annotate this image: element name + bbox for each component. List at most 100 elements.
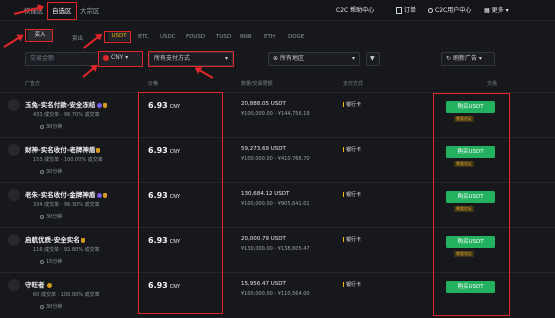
table-row: 玉兔-实名付款-安全冻结 433 成交单 · 96.70% 成交率 30分钟 6… xyxy=(0,92,555,138)
amount-value: 15,956.47 USDT xyxy=(241,281,286,287)
advertiser-stats: 153 成交单 · 100.00% 成交率 xyxy=(33,157,103,163)
cny-icon xyxy=(103,54,109,61)
sell-tab[interactable]: 卖出 xyxy=(72,34,83,42)
avatar xyxy=(8,279,20,291)
orders-icon xyxy=(396,7,402,14)
payment-method: 银行卡 xyxy=(343,281,361,288)
payment-method: 银行卡 xyxy=(343,191,361,198)
buy-tab[interactable]: 买入 xyxy=(28,30,52,41)
advertiser-stats: 433 成交单 · 96.70% 成交率 xyxy=(33,112,100,118)
clock-icon xyxy=(40,259,44,264)
clock-icon xyxy=(40,169,44,174)
chevron-down-icon: ▾ xyxy=(476,55,482,62)
verify-badge: 需要验证 xyxy=(454,161,474,167)
asset-bnb[interactable]: BNB xyxy=(240,34,252,40)
limit-value: ¥100,000.00 - ¥144,756.19 xyxy=(241,111,310,117)
orders-link[interactable]: 订单 xyxy=(396,5,416,14)
limit-value: ¥130,000.00 - ¥138,605.47 xyxy=(241,246,310,252)
table-row: 老朱-实名收付-金牌神盾 334 成交单 · 96.30% 成交率 30分钟 6… xyxy=(0,182,555,228)
pay-time: 15分钟 xyxy=(40,258,62,265)
top-bar: 快捷区 自选区 大宗区 C2C 帮助中心 订单 C2C用户中心 ▦ 更多 ▾ xyxy=(0,0,555,21)
annotation-arrow xyxy=(82,64,98,78)
table-row: 启航优质-安全实名 116 成交单 · 92.80% 成交率 15分钟 6.93… xyxy=(0,227,555,273)
col-amount: 数量/交易限额 xyxy=(241,81,273,87)
amount-value: 59,273.69 USDT xyxy=(241,146,286,152)
shield-icon xyxy=(80,237,85,243)
clock-icon xyxy=(40,304,44,309)
asset-usdt[interactable]: USDT xyxy=(108,32,130,41)
chevron-down-icon: ▾ xyxy=(123,54,129,61)
table-row: 守旺者 60 成交单 · 100.00% 成交率 30分钟 6.93 CNY 15… xyxy=(0,272,555,318)
verify-badge: 需要验证 xyxy=(454,116,474,122)
currency-select[interactable]: CNY ▾ xyxy=(99,52,143,66)
advertiser-stats: 116 成交单 · 92.80% 成交率 xyxy=(33,247,100,253)
shield-icon xyxy=(103,102,108,108)
advertiser-name[interactable]: 守旺者 xyxy=(25,279,52,289)
filter-button[interactable]: ▼ xyxy=(366,52,380,66)
region-select[interactable]: ⊕ 所有地区 ▾ xyxy=(268,52,360,66)
help-center-link[interactable]: C2C 帮助中心 xyxy=(336,5,374,14)
advertiser-name[interactable]: 财神-实名收付-老牌神盾 xyxy=(25,144,101,154)
avatar xyxy=(8,189,20,201)
pay-time: 30分钟 xyxy=(40,168,62,175)
col-payment: 支付方式 xyxy=(343,81,364,87)
advertiser-name[interactable]: 玉兔-实名付款-安全冻结 xyxy=(25,99,108,109)
limit-value: ¥100,000.00 - ¥410,766.70 xyxy=(241,156,310,162)
price-value: 6.93 CNY xyxy=(148,191,181,200)
verify-badge: 需要验证 xyxy=(454,251,474,257)
annotation-arrow xyxy=(195,67,214,79)
asset-fdusd[interactable]: FDUSD xyxy=(186,34,205,40)
payment-method: 银行卡 xyxy=(343,236,361,243)
advertiser-stats: 334 成交单 · 96.30% 成交率 xyxy=(33,202,100,208)
price-value: 6.93 CNY xyxy=(148,146,181,155)
asset-tusd[interactable]: TUSD xyxy=(216,34,231,40)
price-value: 6.93 CNY xyxy=(148,101,181,110)
limit-value: ¥100,000.00 - ¥110,564.00 xyxy=(241,291,310,297)
refresh-button[interactable]: ↻ 刷新广告 ▾ xyxy=(441,52,495,66)
tab-p2p[interactable]: 自选区 xyxy=(52,5,72,15)
col-advertiser: 广告方 xyxy=(25,81,41,87)
buy-usdt-button[interactable]: 购买USDT xyxy=(446,281,495,293)
buy-usdt-button[interactable]: 购买USDT xyxy=(446,146,495,158)
asset-usdc[interactable]: USDC xyxy=(160,34,176,40)
amount-value: 130,684.12 USDT xyxy=(241,191,290,197)
asset-eth[interactable]: ETH xyxy=(264,34,275,40)
pay-time: 30分钟 xyxy=(40,213,62,220)
grid-icon: ▦ xyxy=(484,7,490,14)
advertiser-name[interactable]: 启航优质-安全实名 xyxy=(25,234,85,244)
chevron-down-icon: ▾ xyxy=(351,55,355,62)
avatar xyxy=(8,234,20,246)
buy-usdt-button[interactable]: 购买USDT xyxy=(446,101,495,113)
buy-usdt-button[interactable]: 购买USDT xyxy=(446,236,495,248)
annotation-arrow xyxy=(3,34,24,48)
verify-badge: 需要验证 xyxy=(454,206,474,212)
chevron-down-icon: ▾ xyxy=(503,7,509,14)
clock-icon xyxy=(40,124,44,129)
verified-icon xyxy=(46,282,52,288)
price-value: 6.93 CNY xyxy=(148,281,181,290)
pay-time: 30分钟 xyxy=(40,123,62,130)
shield-icon xyxy=(103,192,108,198)
limit-value: ¥100,000.00 - ¥905,641.01 xyxy=(241,201,310,207)
advertiser-name[interactable]: 老朱-实名收付-金牌神盾 xyxy=(25,189,108,199)
globe-icon: ⊕ xyxy=(273,55,280,62)
asset-btc[interactable]: BTC xyxy=(138,34,149,40)
amount-value: 20,888.05 USDT xyxy=(241,101,286,107)
tab-block[interactable]: 大宗区 xyxy=(80,5,100,15)
price-value: 6.93 CNY xyxy=(148,236,181,245)
filter-icon: ▼ xyxy=(370,55,375,62)
shield-icon xyxy=(96,147,101,153)
more-menu[interactable]: ▦ 更多 ▾ xyxy=(484,5,509,14)
payment-select[interactable]: 所有支付方式 ▾ xyxy=(149,52,233,66)
asset-doge[interactable]: DOGE xyxy=(288,34,304,40)
table-row: 财神-实名收付-老牌神盾 153 成交单 · 100.00% 成交率 30分钟 … xyxy=(0,137,555,183)
user-center-link[interactable]: C2C用户中心 xyxy=(428,5,471,14)
amount-value: 20,000.79 USDT xyxy=(241,236,286,242)
buy-usdt-button[interactable]: 购买USDT xyxy=(446,191,495,203)
advertiser-stats: 60 成交单 · 100.00% 成交率 xyxy=(33,292,100,298)
refresh-icon: ↻ xyxy=(446,55,453,62)
payment-method: 银行卡 xyxy=(343,101,361,108)
col-price: 价格 xyxy=(148,81,159,87)
pay-time: 30分钟 xyxy=(40,303,62,310)
user-icon xyxy=(428,8,433,13)
